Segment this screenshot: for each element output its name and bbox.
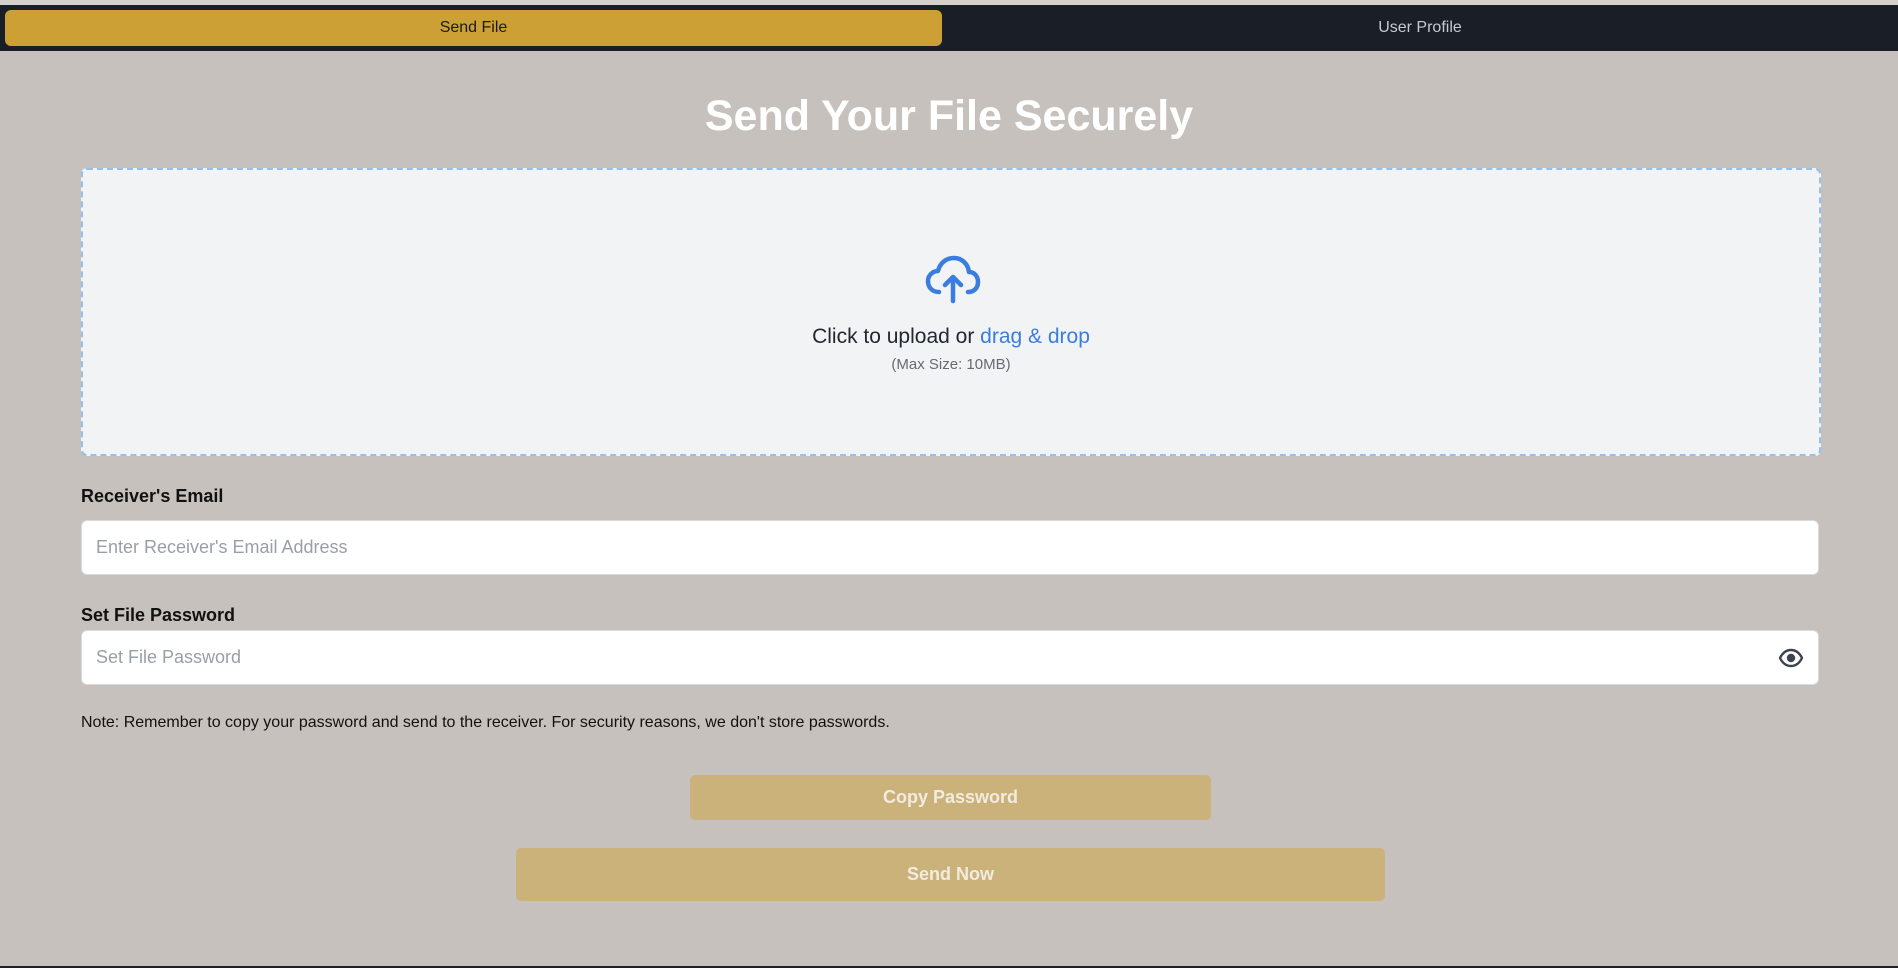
eye-icon[interactable] — [1778, 645, 1804, 671]
cloud-upload-icon — [925, 255, 981, 304]
send-now-button[interactable]: Send Now — [516, 848, 1385, 901]
drag-drop-link[interactable]: drag & drop — [980, 325, 1090, 348]
upload-prompt: Click to upload or drag & drop — [83, 325, 1819, 349]
tab-user-profile[interactable]: User Profile — [942, 10, 1898, 46]
top-nav: Send File User Profile — [0, 5, 1898, 51]
password-note: Note: Remember to copy your password and… — [81, 714, 890, 731]
tab-send-file[interactable]: Send File — [5, 10, 942, 46]
file-dropzone[interactable]: Click to upload or drag & drop (Max Size… — [81, 168, 1821, 456]
max-size-hint: (Max Size: 10MB) — [891, 356, 1011, 373]
email-label: Receiver's Email — [81, 486, 224, 506]
password-label: Set File Password — [81, 605, 236, 625]
page-title: Send Your File Securely — [704, 92, 1194, 140]
copy-password-button[interactable]: Copy Password — [690, 775, 1211, 820]
email-input[interactable] — [81, 520, 1819, 575]
upload-prompt-text: Click to upload or — [812, 325, 975, 348]
password-input[interactable] — [81, 630, 1819, 685]
